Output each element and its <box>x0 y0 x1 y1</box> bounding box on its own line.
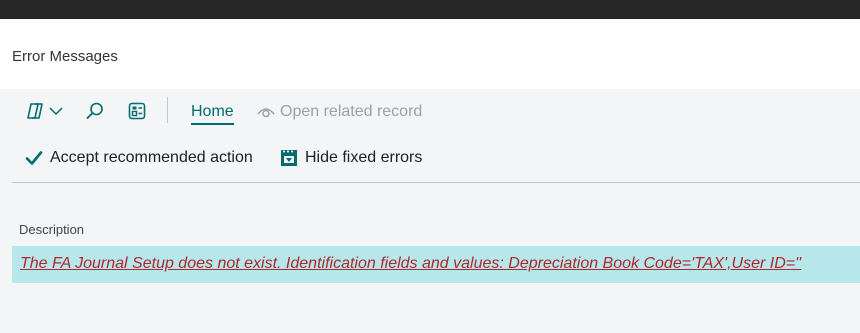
error-description-link[interactable]: The FA Journal Setup does not exist. Ide… <box>20 255 801 273</box>
hide-fixed-errors-label: Hide fixed errors <box>305 149 423 166</box>
tab-open-related-record-label: Open related record <box>280 103 423 120</box>
column-header-description[interactable]: Description <box>19 222 84 237</box>
filmstrip-filter-icon <box>280 149 298 167</box>
table-row[interactable]: The FA Journal Setup does not exist. Ide… <box>12 246 860 283</box>
checkmark-icon <box>25 150 43 166</box>
accept-recommended-action-button[interactable]: Accept recommended action <box>25 149 253 167</box>
page-content: Home Open related record Accept recommen… <box>0 89 860 333</box>
eye-icon <box>257 105 275 119</box>
hide-fixed-errors-button[interactable]: Hide fixed errors <box>280 149 422 167</box>
toolbar-separator <box>167 97 168 123</box>
tab-home-selected-indicator <box>191 123 234 125</box>
page-header: Error Messages <box>0 19 860 89</box>
tab-home[interactable]: Home <box>191 103 234 121</box>
action-bar: Accept recommended action Hide fixed err… <box>0 135 860 182</box>
copilot-icon[interactable] <box>24 100 46 122</box>
search-icon[interactable] <box>84 100 106 122</box>
toolbar-divider <box>12 182 860 183</box>
tab-open-related-record[interactable]: Open related record <box>257 103 422 121</box>
action-toolbar: Home Open related record <box>0 89 860 135</box>
list-view-icon[interactable] <box>126 100 148 122</box>
app-top-bar <box>0 0 860 19</box>
chevron-down-icon[interactable] <box>48 103 64 119</box>
accept-recommended-action-label: Accept recommended action <box>50 149 253 166</box>
page-title: Error Messages <box>12 48 118 65</box>
